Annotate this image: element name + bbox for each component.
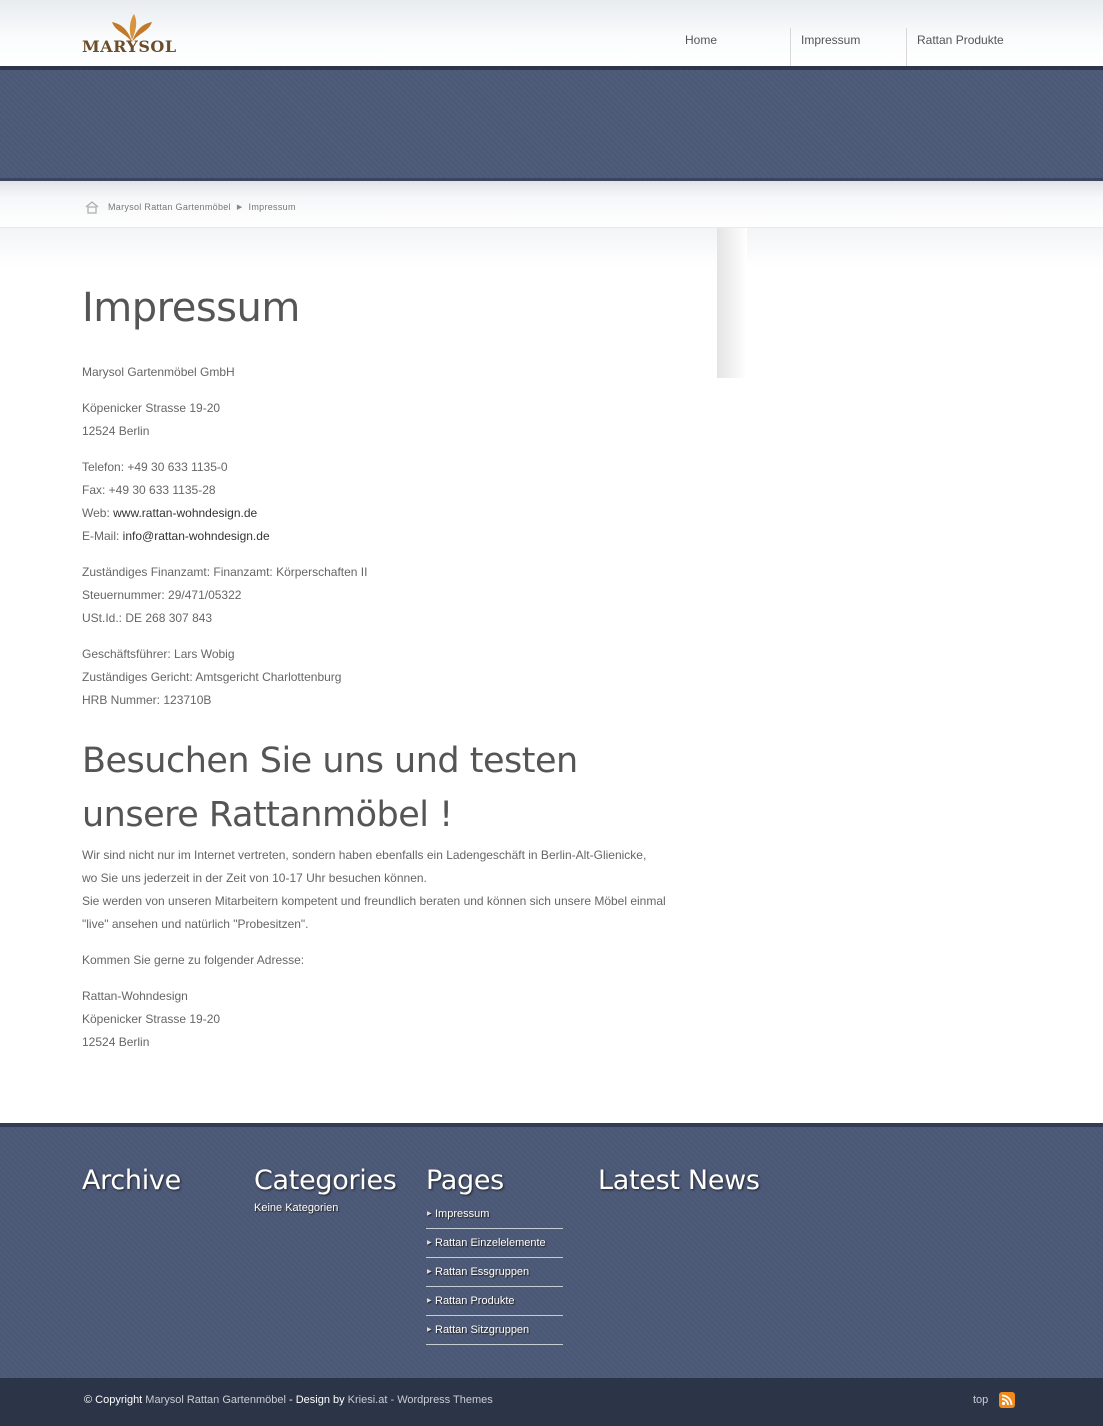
chevron-right-icon: ▶ [236,204,243,211]
steuernummer-text: Steuernummer: 29/471/05322 [82,588,242,602]
pages-item[interactable]: ▶ Rattan Produkte [426,1287,563,1316]
web-link[interactable]: www.rattan-wohndesign.de [113,506,257,520]
site-logo[interactable]: MARYSOL [82,14,184,62]
pages-item[interactable]: ▶ Rattan Sitzgruppen [426,1316,563,1345]
pages-item-label: Rattan Einzelelemente [435,1237,546,1249]
categories-empty: Keine Kategorien [254,1202,339,1214]
company-name: Marysol Gartenmöbel GmbH [82,365,235,379]
sidebar-shadow [717,228,747,378]
address-intro: Kommen Sie gerne zu folgender Adresse: [82,953,305,967]
finanzamt-text: Zuständiges Finanzamt: Finanzamt: Körper… [82,565,368,579]
pages-item-label: Rattan Sitzgruppen [435,1324,530,1336]
pages-item-label: Rattan Essgruppen [435,1266,530,1278]
copyright-text: © Copyright [84,1394,146,1406]
banner [0,70,1103,178]
chevron-right-icon: ▶ [427,1269,432,1275]
chevron-right-icon: ▶ [427,1240,432,1246]
pages-item-label: Impressum [435,1208,490,1220]
pages-item-label: Rattan Produkte [435,1295,515,1307]
legal-block: Geschäftsführer: Lars Wobig Zuständiges … [82,643,682,712]
home-icon[interactable] [84,200,100,214]
hrb-text: HRB Nummer: 123710B [82,693,212,707]
pages-item[interactable]: ▶ Rattan Essgruppen [426,1258,563,1287]
archive-title: Archive [82,1165,181,1196]
main-nav: Home Impressum Rattan Produkte [675,28,1014,66]
pages-list: ▶ Impressum ▶ Rattan Einzelelemente ▶ Ratta… [426,1200,563,1345]
design-by-text: - Design by [285,1394,348,1406]
news-title: Latest News [598,1165,760,1196]
tax-block: Zuständiges Finanzamt: Finanzamt: Körper… [82,561,682,630]
footer-archive: Archive [82,1165,181,1196]
shop-street: Köpenicker Strasse 19-20 [82,1012,221,1026]
breadcrumb-bar: Marysol Rattan Gartenmöbel ▶ Impressum [0,181,1103,228]
footer-categories: Categories Keine Kategorien [254,1165,397,1214]
pages-item[interactable]: ▶ Rattan Einzelelemente [426,1229,563,1258]
address-block: Köpenicker Strasse 19-20 12524 Berlin [82,397,682,443]
address-city: 12524 Berlin [82,424,150,438]
chevron-right-icon: ▶ [427,1327,432,1333]
phone-text: Telefon: +49 30 633 1135-0 [82,460,228,474]
site-header: MARYSOL Home Impressum Rattan Produkte [0,0,1103,66]
footer-news: Latest News [598,1165,760,1196]
managing-director-text: Geschäftsführer: Lars Wobig [82,647,235,661]
web-label: Web: [82,506,114,520]
contact-block: Telefon: +49 30 633 1135-0 Fax: +49 30 6… [82,456,682,548]
visit-line-1: Wir sind nicht nur im Internet vertreten… [82,848,647,862]
visit-line-3: Sie werden von unseren Mitarbeitern komp… [82,894,666,931]
email-link[interactable]: info@rattan-wohndesign.de [123,529,270,543]
back-to-top-link[interactable]: top [973,1394,988,1406]
pages-title: Pages [426,1165,504,1196]
logo-text: MARYSOL [82,37,177,56]
separator-text: - [387,1394,398,1406]
designer-link[interactable]: Kriesi.at [348,1394,388,1406]
ustid-text: USt.Id.: DE 268 307 843 [82,611,213,625]
chevron-right-icon: ▶ [427,1211,432,1217]
breadcrumb: Marysol Rattan Gartenmöbel ▶ Impressum [84,200,296,214]
site-footer: Archive Categories Keine Kategorien Page… [0,1123,1103,1378]
footer-pages: Pages ▶ Impressum ▶ Rattan Einzelelemente … [426,1165,563,1345]
site-link[interactable]: Marysol Rattan Gartenmöbel [145,1394,286,1406]
breadcrumb-current: Impressum [248,202,296,212]
main-content: Impressum Marysol Gartenmöbel GmbH Köpen… [82,285,682,1067]
fax-text: Fax: +49 30 633 1135-28 [82,483,216,497]
breadcrumb-home[interactable]: Marysol Rattan Gartenmöbel [108,202,231,212]
themes-link[interactable]: Wordpress Themes [397,1394,493,1406]
shop-address: Rattan-Wohndesign Köpenicker Strasse 19-… [82,985,682,1054]
page-title: Impressum [82,285,300,331]
rss-icon[interactable] [999,1392,1015,1408]
visit-heading: Besuchen Sie uns und testen unsere Ratta… [82,741,578,835]
nav-home[interactable]: Home [675,28,790,66]
nav-impressum[interactable]: Impressum [790,28,906,66]
pages-item[interactable]: ▶ Impressum [426,1200,563,1229]
chevron-right-icon: ▶ [427,1298,432,1304]
bottom-bar: © Copyright Marysol Rattan Gartenmöbel -… [0,1378,1103,1426]
copyright: © Copyright Marysol Rattan Gartenmöbel -… [84,1394,493,1406]
nav-rattan-produkte[interactable]: Rattan Produkte [906,28,1014,66]
content-top-fade [0,228,1103,268]
shop-city: 12524 Berlin [82,1035,150,1049]
email-label: E-Mail: [82,529,123,543]
shop-name: Rattan-Wohndesign [82,989,188,1003]
visit-line-2: wo Sie uns jederzeit in der Zeit von 10-… [82,871,427,885]
address-street: Köpenicker Strasse 19-20 [82,401,221,415]
court-text: Zuständiges Gericht: Amtsgericht Charlot… [82,670,342,684]
categories-title: Categories [254,1165,397,1196]
visit-text: Wir sind nicht nur im Internet vertreten… [82,844,682,936]
